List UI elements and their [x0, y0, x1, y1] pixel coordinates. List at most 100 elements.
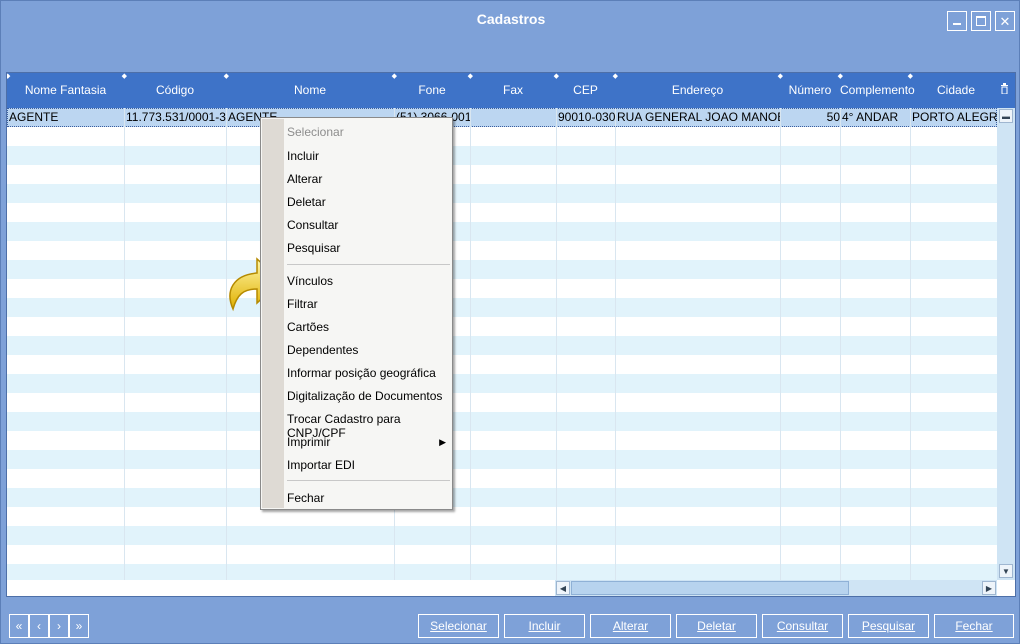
column-divider: [556, 108, 557, 580]
minus-icon: ▬: [1002, 111, 1010, 121]
pesquisar-button[interactable]: Pesquisar: [848, 614, 929, 638]
table-row[interactable]: [7, 545, 997, 564]
maximize-icon: [976, 16, 986, 26]
table-row[interactable]: [7, 431, 997, 450]
menu-item-consultar[interactable]: Consultar: [287, 218, 338, 232]
previous-record-button[interactable]: ‹: [29, 614, 49, 638]
table-row[interactable]: [7, 488, 997, 507]
table-row[interactable]: [7, 165, 997, 184]
column-divider: [470, 108, 471, 580]
column-header-cep[interactable]: CEP ◆: [556, 73, 618, 108]
horizontal-scroll-thumb[interactable]: [571, 581, 849, 595]
last-record-button[interactable]: »: [69, 614, 89, 638]
table-row[interactable]: [7, 507, 997, 526]
menu-item-deletar[interactable]: Deletar: [287, 195, 326, 209]
table-row[interactable]: [7, 203, 997, 222]
horizontal-scrollbar[interactable]: ◀ ▶: [555, 580, 997, 596]
column-header-fax[interactable]: Fax ◆: [470, 73, 559, 108]
vertical-scrollbar[interactable]: ▬ ▼: [997, 108, 1015, 580]
menu-item-filtrar[interactable]: Filtrar: [287, 297, 318, 311]
column-header-fone[interactable]: Fone ◆: [394, 73, 473, 108]
fechar-button[interactable]: Fechar: [934, 614, 1014, 638]
menu-item-imprimir[interactable]: Imprimir: [287, 435, 330, 449]
table-row[interactable]: [7, 450, 997, 469]
submenu-arrow-icon: ▶: [439, 437, 446, 447]
menu-item-incluir[interactable]: Incluir: [287, 149, 319, 163]
table-row[interactable]: [7, 336, 997, 355]
column-header-cidade[interactable]: Cidade: [910, 73, 1002, 108]
chevron-down-icon: ▼: [1002, 566, 1010, 576]
incluir-button[interactable]: Incluir: [504, 614, 585, 638]
table-row[interactable]: [7, 526, 997, 545]
cadastros-window: Cadastros ✕ ◆Nome Fantasia◆ Código◆ Nome…: [0, 0, 1020, 644]
alterar-button[interactable]: Alterar: [590, 614, 671, 638]
menu-item-alterar[interactable]: Alterar: [287, 172, 322, 186]
scroll-down-button[interactable]: ▼: [999, 564, 1013, 578]
double-chevron-left-icon: «: [15, 619, 23, 633]
minimize-icon: [953, 23, 961, 25]
column-header-nome-fantasia[interactable]: ◆Nome Fantasia◆: [7, 73, 127, 108]
next-record-button[interactable]: ›: [49, 614, 69, 638]
cell-cep: 90010-030: [558, 110, 616, 124]
menu-separator: [287, 480, 450, 481]
column-divider: [910, 108, 911, 580]
menu-separator: [287, 264, 450, 265]
deletar-button[interactable]: Deletar: [676, 614, 757, 638]
table-row[interactable]: [7, 241, 997, 260]
close-button[interactable]: ✕: [995, 11, 1015, 31]
table-row[interactable]: [7, 222, 997, 241]
cell-codigo: 11.773.531/0001-33: [126, 110, 227, 124]
column-header-nome[interactable]: Nome ◆: [226, 73, 397, 108]
table-row[interactable]: [7, 298, 997, 317]
menu-item-fechar[interactable]: Fechar: [287, 491, 324, 505]
first-record-button[interactable]: «: [9, 614, 29, 638]
table-row[interactable]: [7, 412, 997, 431]
scroll-left-button[interactable]: ◀: [556, 581, 570, 595]
table-row[interactable]: [7, 260, 997, 279]
consultar-button[interactable]: Consultar: [762, 614, 843, 638]
selecionar-button[interactable]: Selecionar: [418, 614, 499, 638]
context-menu: Selecionar Incluir Alterar Deletar Consu…: [260, 117, 453, 510]
table-row[interactable]: [7, 317, 997, 336]
menu-item-vinculos[interactable]: Vínculos: [287, 274, 333, 288]
table-row[interactable]: [7, 564, 997, 580]
cell-complemento: 4° ANDAR: [842, 110, 899, 124]
column-divider: [124, 108, 125, 580]
menu-item-selecionar[interactable]: Selecionar: [287, 125, 344, 139]
chevron-right-icon: ▶: [985, 583, 993, 593]
table-row-selected[interactable]: AGENTE 11.773.531/0001-33 AGENTE (51) 30…: [7, 108, 998, 127]
column-header-numero[interactable]: Número ◆: [780, 73, 843, 108]
column-divider: [226, 108, 227, 580]
maximize-button[interactable]: [971, 11, 991, 31]
table-row[interactable]: [7, 127, 997, 146]
menu-gutter: [262, 119, 284, 508]
menu-item-importar-edi[interactable]: Importar EDI: [287, 458, 355, 472]
cell-numero: 50: [826, 110, 840, 124]
column-divider: [615, 108, 616, 580]
column-header-endereco[interactable]: Endereço ◆: [615, 73, 783, 108]
menu-item-digitalizacao[interactable]: Digitalização de Documentos: [287, 389, 442, 403]
menu-item-pesquisar[interactable]: Pesquisar: [287, 241, 340, 255]
table-row[interactable]: [7, 184, 997, 203]
cadastros-grid[interactable]: ◆Nome Fantasia◆ Código◆ Nome◆ Fone◆ Fax◆…: [6, 72, 1016, 597]
menu-item-cartoes[interactable]: Cartões: [287, 320, 329, 334]
menu-item-informar-posicao[interactable]: Informar posição geográfica: [287, 366, 436, 380]
table-row[interactable]: [7, 355, 997, 374]
menu-item-dependentes[interactable]: Dependentes: [287, 343, 358, 357]
table-row[interactable]: [7, 469, 997, 488]
table-row[interactable]: [7, 146, 997, 165]
trash-icon[interactable]: [1000, 83, 1009, 95]
table-row[interactable]: [7, 374, 997, 393]
minimize-button[interactable]: [947, 11, 967, 31]
table-row[interactable]: [7, 279, 997, 298]
scroll-up-button[interactable]: ▬: [999, 109, 1013, 123]
column-header-complemento[interactable]: Complemento ◆: [840, 73, 915, 108]
column-divider: [780, 108, 781, 580]
column-header-codigo[interactable]: Código ◆: [124, 73, 229, 108]
window-title: Cadastros: [476, 11, 546, 27]
scroll-right-button[interactable]: ▶: [982, 581, 996, 595]
cell-cidade: PORTO ALEGRE: [912, 110, 998, 124]
cell-nome-fantasia: AGENTE: [9, 110, 59, 124]
cell-endereco: RUA GENERAL JOAO MANOEL: [617, 110, 781, 124]
table-row[interactable]: [7, 393, 997, 412]
